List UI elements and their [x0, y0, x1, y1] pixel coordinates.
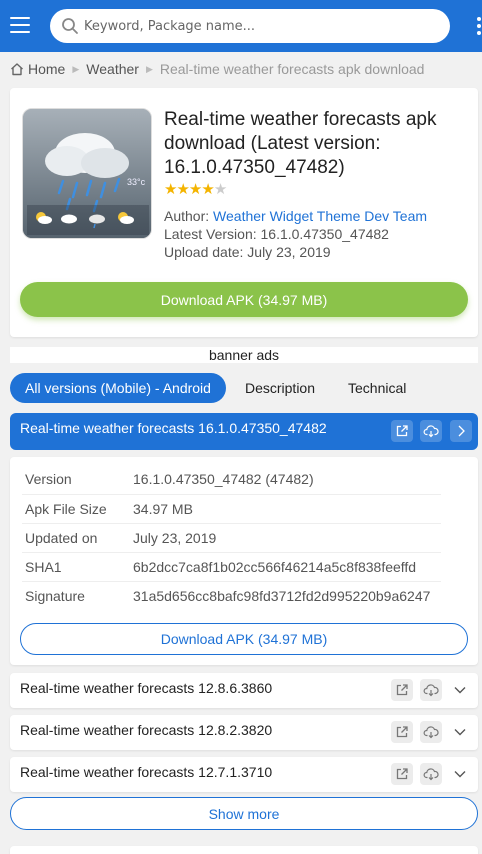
breadcrumb-current: Real-time weather forecasts apk download: [159, 61, 425, 77]
app-info-card: 33°c Real-time weather forecasts apk dow…: [10, 88, 478, 337]
top-bar: [0, 0, 482, 52]
detail-value: 31a5d656cc8bafc98fd3712fd2d995220b9a6247: [133, 587, 431, 604]
table-row: Updated on July 23, 2019: [22, 523, 441, 553]
table-row: Version 16.1.0.47350_47482 (47482): [22, 465, 441, 495]
version-title: Real-time weather forecasts 12.8.6.3860: [20, 680, 273, 696]
chevron-right-icon[interactable]: [450, 420, 472, 442]
star-icon: ★: [201, 181, 214, 198]
detail-key: SHA1: [22, 552, 130, 582]
version-title: Real-time weather forecasts 16.1.0.47350…: [20, 420, 327, 436]
tab-technical[interactable]: Technical: [333, 373, 421, 403]
table-row: SHA1 6b2dcc7ca8f1b02cc566f46214a5c8f838f…: [22, 552, 441, 582]
table-row: Signature 31a5d656cc8bafc98fd3712fd2d995…: [22, 581, 441, 610]
detail-key: Version: [22, 465, 130, 495]
version-title: Real-time weather forecasts 12.7.1.3710: [20, 764, 273, 780]
cloud-download-icon[interactable]: [420, 721, 442, 743]
hamburger-menu-icon[interactable]: [10, 17, 30, 35]
tab-bar: All versions (Mobile) - Android Descript…: [10, 373, 421, 403]
external-link-icon[interactable]: [391, 721, 413, 743]
app-title: Real-time weather forecasts apk download…: [164, 109, 437, 178]
breadcrumb: Home ▶ Weather ▶ Real-time weather forec…: [10, 58, 424, 80]
breadcrumb-home[interactable]: Home: [28, 61, 65, 77]
breadcrumb-weather[interactable]: Weather: [86, 61, 139, 77]
download-apk-outline-button[interactable]: Download APK (34.97 MB): [20, 623, 468, 655]
star-icon: ★: [164, 181, 177, 198]
author-label: Author:: [164, 208, 210, 224]
version-details-card: Version 16.1.0.47350_47482 (47482) Apk F…: [10, 457, 478, 665]
chevron-down-icon[interactable]: [453, 767, 467, 781]
home-icon: [11, 63, 23, 76]
cloud-download-icon[interactable]: [420, 763, 442, 785]
tab-description[interactable]: Description: [230, 373, 330, 403]
detail-value: July 23, 2019: [130, 523, 441, 553]
version-title: Real-time weather forecasts 12.8.2.3820: [20, 722, 273, 738]
download-apk-button[interactable]: Download APK (34.97 MB): [20, 282, 468, 317]
detail-key: Updated on: [22, 523, 130, 553]
details-table: Version 16.1.0.47350_47482 (47482) Apk F…: [22, 465, 441, 610]
table-row: Apk File Size 34.97 MB: [22, 494, 441, 524]
star-icon: ★: [176, 181, 189, 198]
detail-value: 16.1.0.47350_47482 (47482): [130, 465, 441, 495]
external-link-icon[interactable]: [391, 763, 413, 785]
vertical-dots-icon[interactable]: [477, 17, 482, 37]
tab-all-versions[interactable]: All versions (Mobile) - Android: [10, 373, 226, 403]
external-link-icon[interactable]: [391, 420, 413, 442]
banner-ads: banner ads: [10, 347, 478, 363]
author-line: Author: Weather Widget Theme Dev Team: [164, 208, 427, 224]
star-icon: ★: [188, 181, 202, 198]
chevron-right-icon: ▶: [72, 63, 80, 74]
external-link-icon[interactable]: [391, 679, 413, 701]
star-half-icon: ★: [213, 181, 227, 198]
search-box[interactable]: [50, 9, 450, 43]
cloud-download-icon[interactable]: [420, 420, 442, 442]
detail-value: 34.97 MB: [130, 494, 441, 524]
version-row[interactable]: Real-time weather forecasts 12.8.6.3860: [10, 673, 478, 708]
detail-value: 6b2dcc7ca8f1b02cc566f46214a5c8f838feeffd: [130, 552, 441, 582]
upload-date: Upload date: July 23, 2019: [164, 244, 331, 260]
author-link[interactable]: Weather Widget Theme Dev Team: [213, 208, 427, 224]
search-icon: [62, 18, 78, 34]
chevron-down-icon[interactable]: [453, 725, 467, 739]
latest-version: Latest Version: 16.1.0.47350_47482: [164, 226, 389, 242]
icon-temperature: 33°c: [127, 177, 146, 187]
version-row[interactable]: Real-time weather forecasts 12.7.1.3710: [10, 757, 478, 792]
chevron-down-icon[interactable]: [453, 683, 467, 697]
next-section-card: [10, 846, 478, 854]
chevron-right-icon: ▶: [145, 63, 153, 74]
version-row[interactable]: Real-time weather forecasts 12.8.2.3820: [10, 715, 478, 750]
detail-key: Signature: [25, 587, 85, 604]
detail-key: Apk File Size: [22, 494, 130, 524]
current-version-header[interactable]: Real-time weather forecasts 16.1.0.47350…: [10, 413, 478, 450]
search-input[interactable]: [84, 9, 434, 43]
app-icon: 33°c: [22, 108, 152, 239]
show-more-button[interactable]: Show more: [10, 797, 478, 830]
rating-stars: ★★★★★: [164, 180, 227, 198]
cloud-download-icon[interactable]: [420, 679, 442, 701]
